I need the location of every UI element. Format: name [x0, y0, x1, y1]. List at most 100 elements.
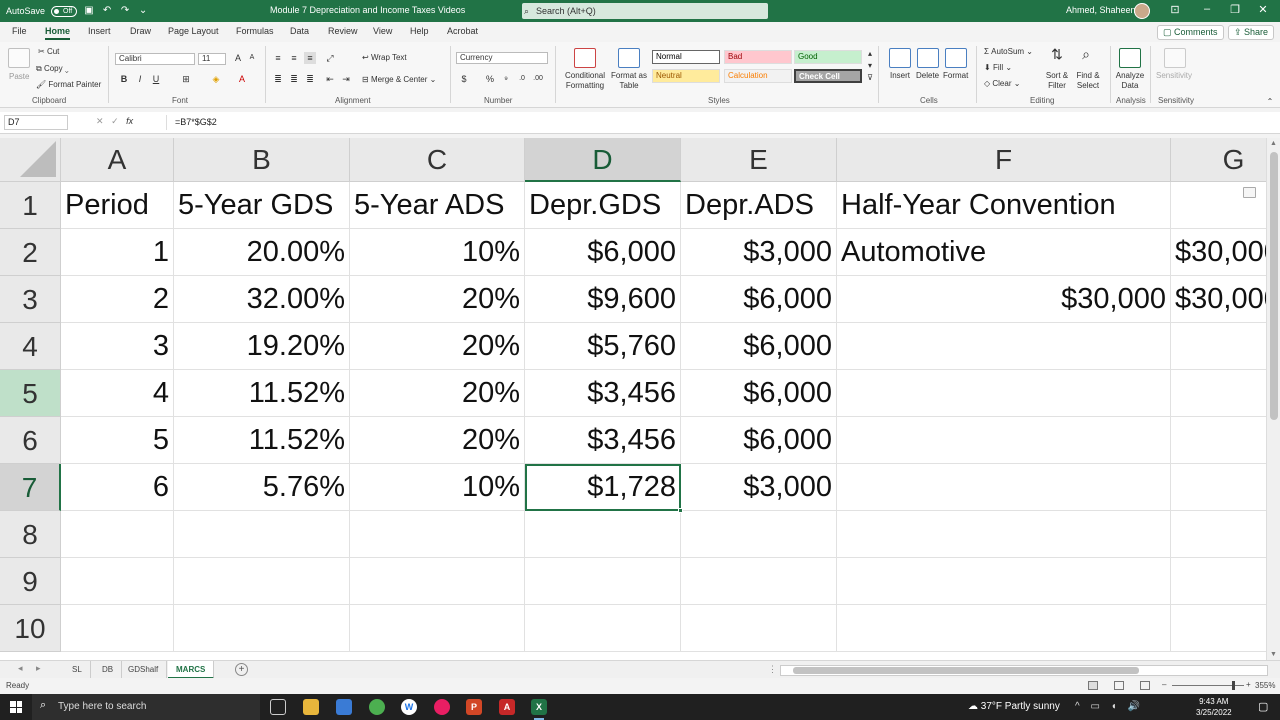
cell-style-normal[interactable]: Normal	[652, 50, 720, 64]
column-header-a[interactable]: A	[61, 138, 174, 182]
row-header-1[interactable]: 1	[0, 182, 61, 229]
cell-d10[interactable]	[525, 605, 681, 652]
align-left-icon[interactable]: ≣	[272, 73, 284, 85]
format-as-table-button[interactable]: Format as Table	[611, 71, 647, 91]
screen-recorder-icon[interactable]	[434, 699, 450, 715]
cell-e5[interactable]: $6,000	[681, 370, 837, 417]
file-explorer-icon[interactable]	[303, 699, 319, 715]
cell-e7[interactable]: $3,000	[681, 464, 837, 511]
sheet-tab-db[interactable]: DB	[94, 661, 123, 679]
cell-e4[interactable]: $6,000	[681, 323, 837, 370]
sheet-tab-gdshalf[interactable]: GDShalf	[120, 661, 168, 679]
cell-d7[interactable]: $1,728	[525, 464, 681, 511]
format-cells-button[interactable]: Format	[943, 71, 968, 80]
tab-view[interactable]: View	[373, 26, 392, 36]
cell-style-calculation[interactable]: Calculation	[724, 69, 792, 83]
decrease-decimal-icon[interactable]: .00	[532, 73, 544, 85]
insert-cells-icon[interactable]	[889, 48, 911, 68]
analyze-data-icon[interactable]	[1119, 48, 1141, 68]
tab-acrobat[interactable]: Acrobat	[447, 26, 478, 36]
cell-f2[interactable]: Automotive	[837, 229, 1171, 276]
zoom-in-icon[interactable]: +	[1246, 680, 1251, 689]
find-select-icon[interactable]: ⌕	[1080, 47, 1092, 61]
row-header-7[interactable]: 7	[0, 464, 61, 511]
cell-b8[interactable]	[174, 511, 350, 558]
increase-font-icon[interactable]: A	[232, 52, 244, 64]
cell-a8[interactable]	[61, 511, 174, 558]
column-header-g[interactable]: G	[1171, 138, 1266, 182]
cell-d3[interactable]: $9,600	[525, 276, 681, 323]
cell-d2[interactable]: $6,000	[525, 229, 681, 276]
weather-widget[interactable]: ☁ 37°F Partly sunny	[968, 701, 1060, 712]
tab-split-icon[interactable]: ⋮	[768, 664, 777, 675]
row-header-9[interactable]: 9	[0, 558, 61, 605]
horizontal-scroll-thumb[interactable]	[793, 667, 1139, 674]
cell-e9[interactable]	[681, 558, 837, 605]
tab-home[interactable]: Home	[45, 26, 71, 40]
taskbar-search[interactable]: ⌕ Type here to search	[32, 694, 260, 720]
column-header-c[interactable]: C	[350, 138, 525, 182]
tab-review[interactable]: Review	[328, 26, 358, 36]
search-box[interactable]: ⌕ Search (Alt+Q)	[522, 3, 768, 19]
font-color-icon[interactable]: A	[236, 73, 248, 85]
customize-qat-icon[interactable]: ⌄	[137, 5, 149, 17]
tab-formulas[interactable]: Formulas	[236, 26, 274, 36]
horizontal-scrollbar[interactable]	[780, 665, 1268, 676]
cell-style-check-cell[interactable]: Check Cell	[794, 69, 862, 83]
chrome-icon[interactable]	[369, 699, 385, 715]
cell-c5[interactable]: 20%	[350, 370, 525, 417]
avatar[interactable]	[1134, 3, 1150, 19]
cell-g4[interactable]	[1171, 323, 1266, 370]
scroll-up-icon[interactable]: ▲	[1270, 140, 1277, 147]
ribbon-display-icon[interactable]: ⊡	[1168, 3, 1182, 16]
cell-style-good[interactable]: Good	[794, 50, 862, 64]
cell-b1[interactable]: 5-Year GDS	[174, 182, 350, 229]
zoom-slider-knob[interactable]	[1232, 681, 1235, 690]
cell-b4[interactable]: 19.20%	[174, 323, 350, 370]
zoom-level[interactable]: 355%	[1255, 681, 1275, 690]
copy-button[interactable]: ⧉ Copy ⌄	[36, 64, 69, 74]
cell-f7[interactable]	[837, 464, 1171, 511]
clear-button[interactable]: ◇ Clear ⌄	[984, 79, 1020, 88]
column-header-e[interactable]: E	[681, 138, 837, 182]
format-painter-button[interactable]: 🖌 Format Painter	[36, 80, 101, 89]
row-header-3[interactable]: 3	[0, 276, 61, 323]
sort-filter-icon[interactable]: ⇅	[1051, 47, 1063, 61]
increase-indent-icon[interactable]: ⇥	[340, 73, 352, 85]
bold-button[interactable]: B	[118, 73, 130, 85]
cell-d5[interactable]: $3,456	[525, 370, 681, 417]
cell-e6[interactable]: $6,000	[681, 417, 837, 464]
name-box[interactable]: D7	[4, 115, 68, 130]
row-header-8[interactable]: 8	[0, 511, 61, 558]
conditional-formatting-button[interactable]: Conditional Formatting	[563, 71, 607, 91]
fill-handle[interactable]	[678, 508, 683, 513]
align-center-icon[interactable]: ≣	[288, 73, 300, 85]
user-name[interactable]: Ahmed, Shaheen	[1066, 5, 1136, 15]
paste-options-icon[interactable]	[1243, 187, 1256, 198]
vertical-scroll-thumb[interactable]	[1270, 152, 1278, 420]
cell-c10[interactable]	[350, 605, 525, 652]
cell-e3[interactable]: $6,000	[681, 276, 837, 323]
cell-f3[interactable]: $30,000	[837, 276, 1171, 323]
paste-icon[interactable]	[8, 48, 30, 68]
cell-a6[interactable]: 5	[61, 417, 174, 464]
cell-f8[interactable]	[837, 511, 1171, 558]
cell-c3[interactable]: 20%	[350, 276, 525, 323]
cell-f10[interactable]	[837, 605, 1171, 652]
align-right-icon[interactable]: ≣	[304, 73, 316, 85]
cell-a4[interactable]: 3	[61, 323, 174, 370]
acrobat-icon[interactable]: A	[499, 699, 515, 715]
vertical-scrollbar[interactable]: ▲ ▼	[1266, 138, 1280, 660]
align-middle-icon[interactable]: ≡	[288, 52, 300, 64]
insert-function-icon[interactable]: fx	[126, 116, 133, 126]
cell-e2[interactable]: $3,000	[681, 229, 837, 276]
autosave-toggle[interactable]: Off	[51, 5, 78, 17]
cell-f6[interactable]	[837, 417, 1171, 464]
italic-button[interactable]: I	[134, 73, 146, 85]
cell-style-bad[interactable]: Bad	[724, 50, 792, 64]
row-header-5[interactable]: 5	[0, 370, 61, 417]
webex-icon[interactable]: W	[401, 699, 417, 715]
tab-data[interactable]: Data	[290, 26, 309, 36]
format-cells-icon[interactable]	[945, 48, 967, 68]
cell-f1[interactable]: Half-Year Convention	[837, 182, 1171, 229]
